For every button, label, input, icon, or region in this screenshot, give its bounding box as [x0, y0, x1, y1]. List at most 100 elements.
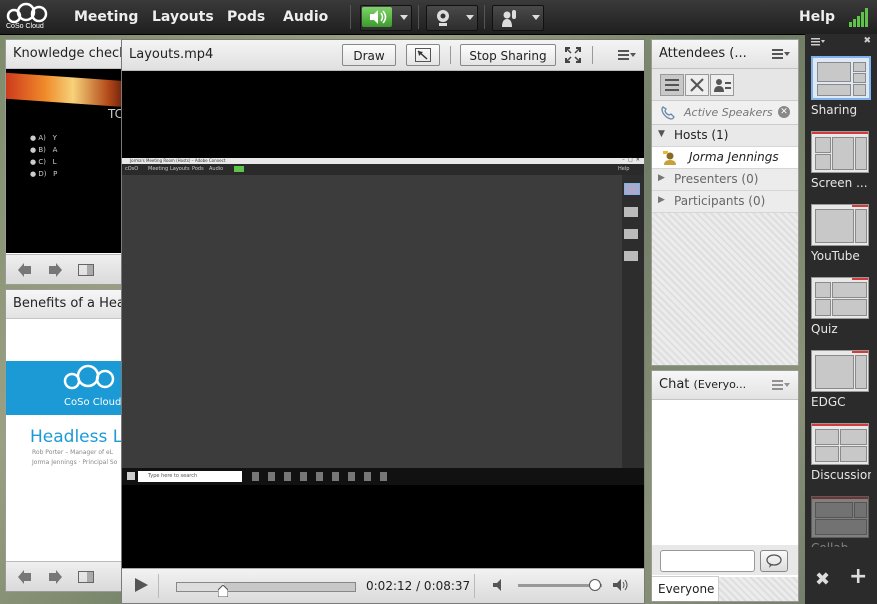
presenters-group-header[interactable]: ▶ Presenters (0)	[652, 169, 798, 191]
collapsed-triangle-icon: ▶	[658, 195, 665, 205]
participants-group-header[interactable]: ▶ Participants (0)	[652, 191, 798, 213]
previous-slide-arrow-icon[interactable]	[18, 263, 32, 277]
sidebar-toggle-icon[interactable]	[78, 263, 94, 277]
webcam-button[interactable]	[426, 5, 478, 31]
previous-slide-arrow-icon[interactable]	[18, 570, 32, 584]
hosts-group-header[interactable]: ▼ Hosts (1)	[652, 125, 798, 147]
collapse-rail-icon[interactable]: ✖	[863, 36, 871, 46]
menu-pods[interactable]: Pods	[227, 9, 265, 25]
inner-taskbar-search: Type here to search	[138, 471, 242, 482]
layout-item-sharing[interactable]: Sharing	[811, 56, 871, 117]
close-icon[interactable]: ✕	[778, 106, 790, 118]
toolbar-separator	[350, 5, 351, 29]
inner-speaker-icon	[234, 166, 244, 172]
option-list: ● A) Y ● B) A ● C) L ● D) P	[30, 132, 57, 180]
layout-item-collab[interactable]: Collab...	[811, 496, 871, 547]
chat-recipient-label: Everyone	[658, 582, 715, 596]
pod-options-menu-icon[interactable]	[772, 380, 790, 390]
rail-menu-icon[interactable]	[811, 38, 825, 46]
next-slide-arrow-icon[interactable]	[48, 263, 62, 277]
pod-header: Benefits of a Head	[6, 290, 124, 319]
play-icon[interactable]	[132, 576, 150, 594]
chat-message-area[interactable]	[652, 400, 798, 545]
raise-hand-button[interactable]	[492, 5, 544, 31]
pod-title: Benefits of a Head	[13, 296, 125, 311]
video-progress-fill	[177, 583, 224, 591]
slide-nav-bar	[6, 254, 124, 284]
slide-nav-bar	[6, 561, 124, 591]
pod-options-menu-icon[interactable]	[772, 49, 790, 59]
inner-help: Help	[618, 166, 630, 172]
video-share-pod: Layouts.mp4 Draw Stop Sharing Jorma's Me…	[121, 39, 645, 604]
toolbar-separator	[484, 5, 485, 29]
layout-item-edgc[interactable]: EDGC	[811, 350, 871, 409]
add-layout-icon[interactable]: +	[849, 564, 867, 589]
participants-label: Participants (0)	[674, 194, 766, 208]
raised-hand-icon	[500, 8, 520, 28]
chat-scope: (Everyo...	[693, 378, 747, 391]
toolbar-separator	[418, 5, 419, 29]
host-badge-icon	[662, 150, 678, 166]
speaker-button[interactable]	[360, 5, 412, 31]
layout-item-quiz[interactable]: Quiz	[811, 277, 871, 336]
attendees-title: Attendees	[659, 46, 726, 61]
layout-item-youtube[interactable]: YouTube	[811, 204, 871, 263]
inner-layouts-rail	[622, 175, 644, 468]
shared-screen-video: Jorma's Meeting Room (Hosts) – Adobe Con…	[122, 157, 644, 485]
layout-label: Discussion	[811, 468, 871, 482]
slide-blue-band: CoSo Cloud	[6, 361, 124, 415]
slide-subtitle: Jorma Jennings · Principal So	[32, 459, 118, 466]
layout-item-screen[interactable]: Screen ...	[811, 131, 871, 190]
inner-taskbar-apps	[252, 472, 392, 481]
attendee-view-toolbar	[652, 69, 798, 101]
menu-help[interactable]: Help	[799, 9, 835, 25]
menu-audio[interactable]: Audio	[283, 9, 328, 25]
pointer-tool-button[interactable]	[406, 44, 440, 66]
stop-sharing-button[interactable]: Stop Sharing	[460, 44, 556, 66]
inner-menu-item: Pods	[192, 166, 204, 172]
chevron-down-icon	[532, 15, 540, 20]
chat-recipient-tab[interactable]: Everyone	[652, 576, 719, 601]
volume-high-icon[interactable]	[612, 578, 630, 592]
next-slide-arrow-icon[interactable]	[48, 570, 62, 584]
speech-bubble-icon	[766, 554, 782, 568]
volume-slider-handle[interactable]	[589, 579, 601, 591]
menu-meeting[interactable]: Meeting	[74, 9, 138, 25]
video-progress-track[interactable]	[176, 582, 356, 592]
video-time-readout: 0:02:12 / 0:08:37	[366, 579, 471, 593]
attendee-status-view-icon[interactable]	[710, 74, 734, 96]
inner-menu-bar: cOsO Meeting Layouts Pods Audio Help	[122, 164, 644, 175]
list-view-icon[interactable]	[660, 74, 684, 96]
option-text: Y	[52, 134, 57, 142]
inner-menu-item: Meeting	[148, 166, 169, 172]
sidebar-toggle-icon[interactable]	[78, 570, 94, 584]
fullscreen-view-icon[interactable]	[685, 74, 709, 96]
attendee-count: (...	[729, 46, 747, 61]
knowledge-check-pod: Knowledge check TC ● A) Y ● B) A ● C) L …	[5, 39, 125, 285]
option-text: L	[52, 158, 57, 166]
draw-button[interactable]: Draw	[342, 44, 396, 66]
attendee-row[interactable]: Jorma Jennings	[652, 147, 798, 169]
benefits-pod: Benefits of a Head CoSo Cloud Headless L…	[5, 289, 125, 592]
expanded-triangle-icon: ▼	[658, 129, 665, 139]
pod-title: Chat (Everyo...	[659, 377, 746, 392]
volume-low-icon[interactable]	[492, 578, 506, 592]
speaker-icon	[362, 7, 392, 27]
inner-windows-taskbar: Type here to search	[122, 468, 644, 485]
slide-banner	[6, 72, 124, 108]
pod-title: Attendees (...	[659, 46, 747, 61]
option-item: ● A) Y	[30, 134, 57, 142]
slide-subtitle: Rob Porter – Manager of eL	[32, 449, 114, 456]
layout-item-discussion[interactable]: Discussion	[811, 423, 871, 482]
video-control-bar: 0:02:12 / 0:08:37	[122, 568, 644, 603]
option-item: ● B) A	[30, 146, 58, 154]
send-message-button[interactable]	[760, 550, 788, 572]
chat-message-input[interactable]	[660, 550, 755, 572]
menu-layouts[interactable]: Layouts	[152, 9, 214, 25]
video-scrubber-handle[interactable]	[218, 585, 228, 597]
fullscreen-icon[interactable]	[565, 47, 581, 63]
delete-layout-icon[interactable]: ✖	[815, 569, 830, 590]
layout-thumbnail	[811, 131, 869, 173]
pod-header: Knowledge check	[6, 40, 124, 69]
pod-options-menu-icon[interactable]	[618, 50, 636, 60]
